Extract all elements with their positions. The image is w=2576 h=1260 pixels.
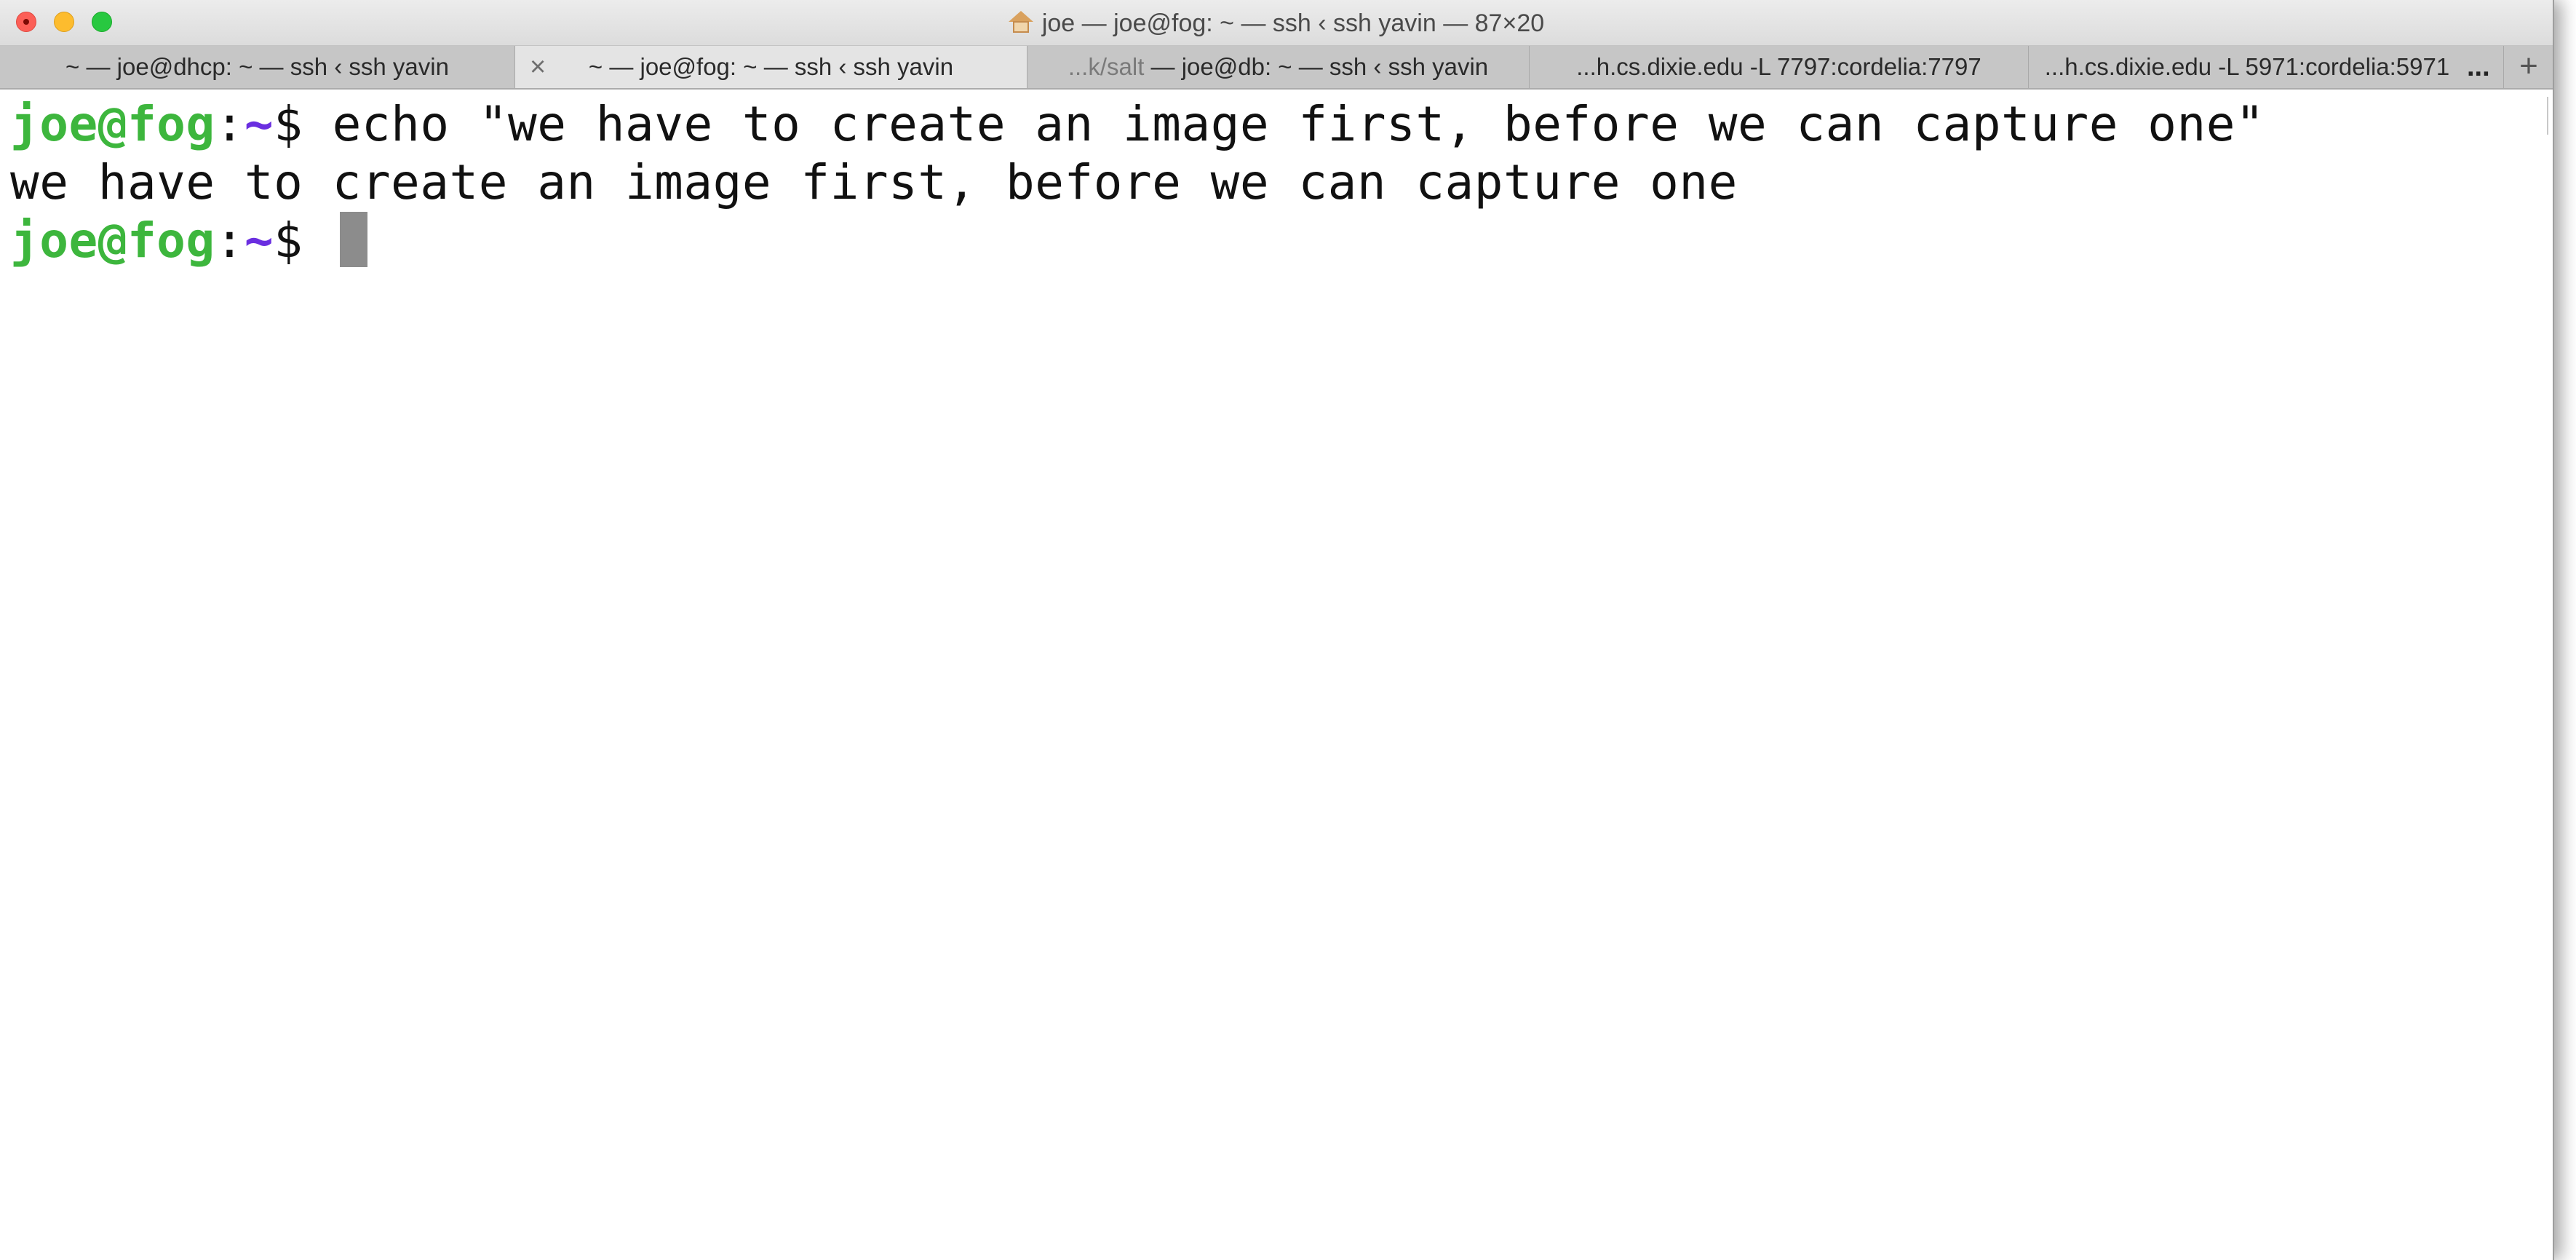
tab-label: ~ — joe@dhcp: ~ — ssh ‹ ssh yavin	[65, 53, 449, 80]
tab-label: ~ — joe@fog: ~ — ssh ‹ ssh yavin	[588, 53, 954, 80]
tab-joe-dhcp[interactable]: ~ — joe@dhcp: ~ — ssh ‹ ssh yavin	[0, 46, 515, 88]
tab-port-forward-5971[interactable]: ...h.cs.dixie.edu -L 5971:cordelia:5971	[2029, 46, 2465, 88]
window-title-text: joe — joe@fog: ~ — ssh ‹ ssh yavin — 87×…	[1041, 9, 1545, 37]
tab-label: ...h.cs.dixie.edu -L 7797:cordelia:7797	[1576, 53, 1981, 80]
tab-label-prefix: ...k/salt	[1068, 53, 1145, 80]
tab-overflow-button[interactable]: ...	[2467, 46, 2494, 88]
tab-port-forward-7797[interactable]: ...h.cs.dixie.edu -L 7797:cordelia:7797	[1530, 46, 2029, 88]
prompt-line: joe@fog:~$	[10, 212, 2553, 270]
tab-label: — joe@db: ~ — ssh ‹ ssh yavin	[1144, 53, 1489, 80]
prompt-separator: :	[215, 96, 245, 152]
command-line: joe@fog:~$ echo "we have to create an im…	[10, 95, 2553, 154]
prompt-symbol: $	[274, 96, 333, 152]
prompt-separator: :	[215, 213, 245, 269]
tab-bar: ~ — joe@dhcp: ~ — ssh ‹ ssh yavin × ~ — …	[0, 46, 2553, 90]
prompt-path: ~	[244, 96, 274, 152]
terminal-window: joe — joe@fog: ~ — ssh ‹ ssh yavin — 87×…	[0, 0, 2554, 1260]
output-line: we have to create an image first, before…	[10, 154, 1738, 210]
tab-label: ...h.cs.dixie.edu -L 5971:cordelia:5971	[2044, 53, 2450, 80]
command-text: echo "we have to create an image first, …	[332, 96, 2265, 152]
new-tab-button[interactable]: +	[2503, 46, 2553, 88]
text-cursor	[339, 212, 367, 267]
title-bar[interactable]: joe — joe@fog: ~ — ssh ‹ ssh yavin — 87×…	[0, 0, 2553, 46]
terminal-content[interactable]: joe@fog:~$ echo "we have to create an im…	[0, 90, 2553, 1260]
home-icon	[1008, 11, 1033, 34]
tab-joe-fog[interactable]: × ~ — joe@fog: ~ — ssh ‹ ssh yavin	[515, 46, 1027, 88]
window-title: joe — joe@fog: ~ — ssh ‹ ssh yavin — 87×…	[0, 10, 2553, 36]
close-tab-icon[interactable]: ×	[530, 46, 546, 88]
prompt-user: joe@fog	[10, 96, 215, 152]
prompt-user: joe@fog	[10, 213, 215, 269]
scrollbar[interactable]	[2544, 97, 2548, 135]
prompt-symbol: $	[274, 213, 333, 269]
tab-joe-db[interactable]: ...k/salt — joe@db: ~ — ssh ‹ ssh yavin	[1027, 46, 1530, 88]
prompt-path: ~	[244, 213, 274, 269]
